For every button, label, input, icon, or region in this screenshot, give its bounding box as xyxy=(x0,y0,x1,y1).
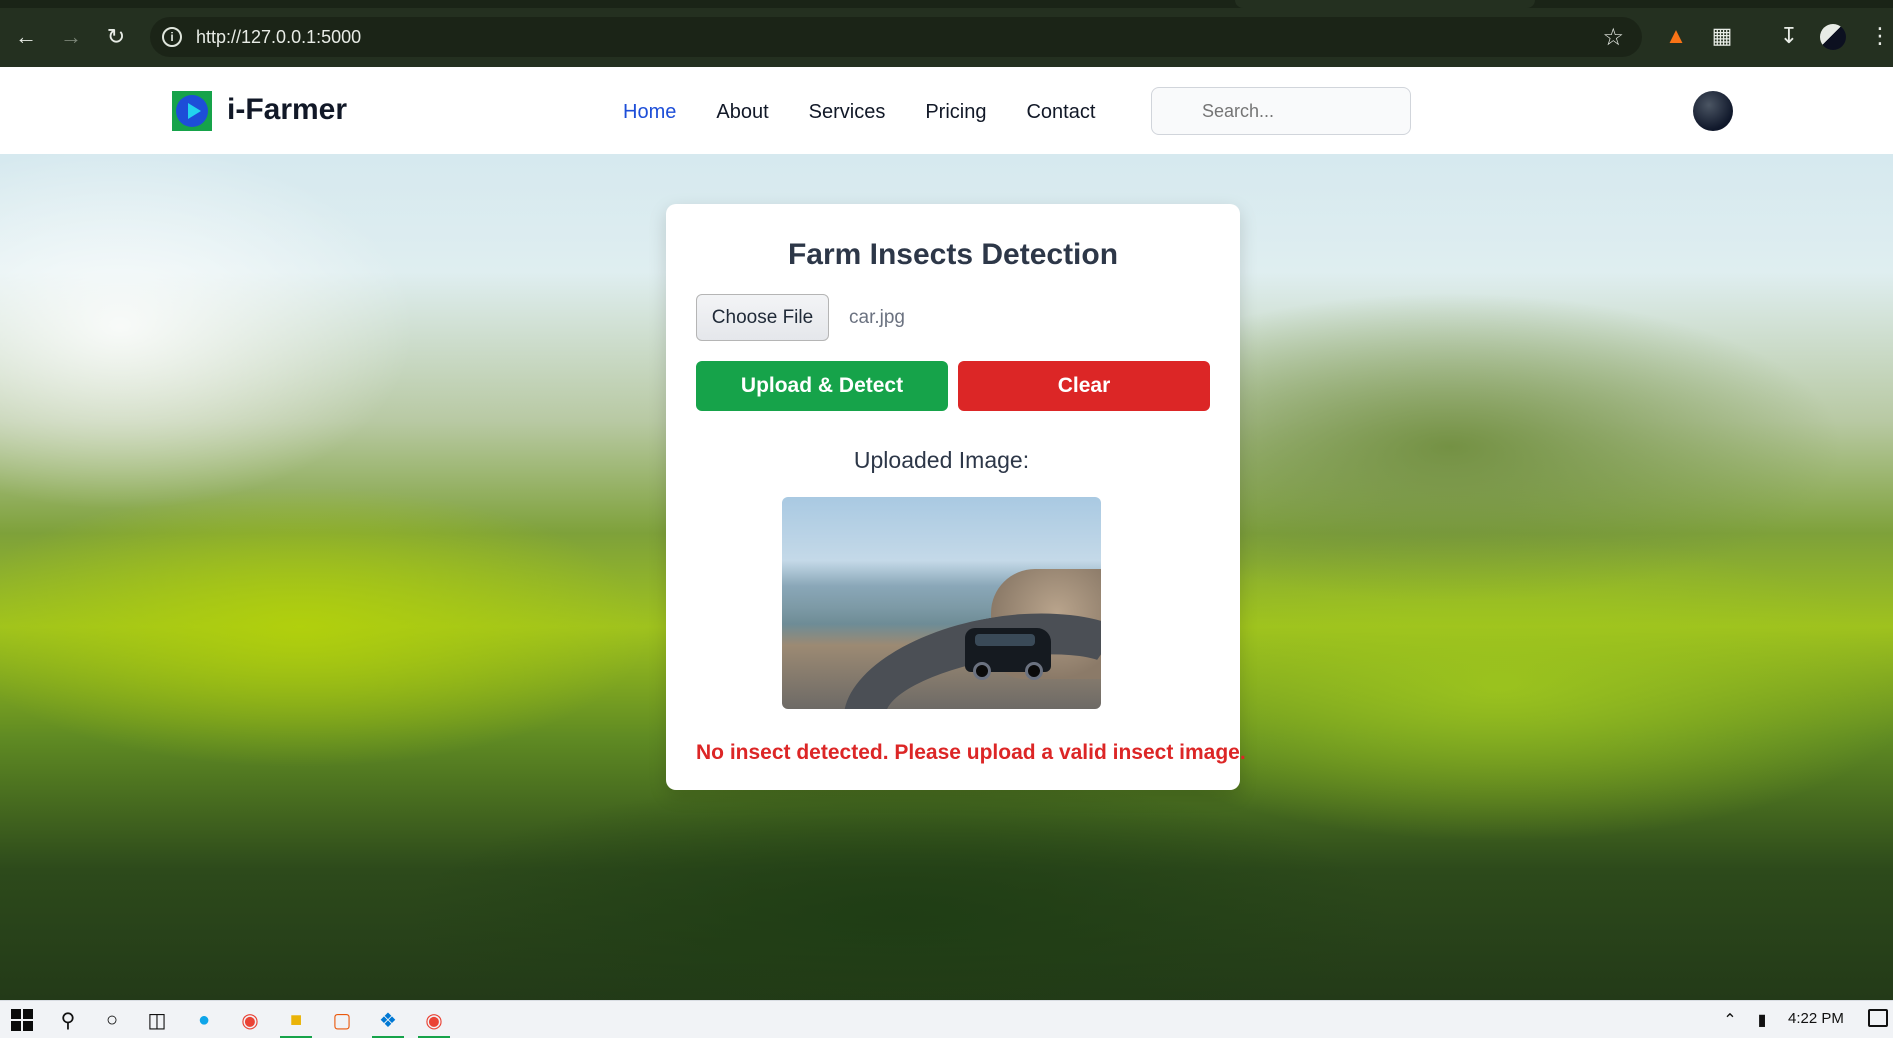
vscode-icon[interactable]: ❖ xyxy=(372,1006,404,1038)
url-text[interactable]: http://127.0.0.1:5000 xyxy=(196,27,361,48)
chrome-active-icon[interactable]: ◉ xyxy=(418,1006,450,1038)
nav-services[interactable]: Services xyxy=(809,101,886,124)
nav-pricing[interactable]: Pricing xyxy=(925,101,986,124)
detection-card: Farm Insects Detection Choose File car.j… xyxy=(666,204,1246,790)
page-background: i-Farmer Home About Services Pricing Con… xyxy=(0,67,1893,1000)
uploaded-image-label: Uploaded Image: xyxy=(853,447,1030,473)
chrome-icon[interactable]: ◉ xyxy=(236,1006,264,1034)
nav-home[interactable]: Home xyxy=(623,101,676,124)
windows-taskbar: ⚲ ○ ◫ ● ◉ ■ ▢ ❖ ◉ ⌃ ▮ 4:22 PM xyxy=(0,1000,1893,1038)
tab-strip xyxy=(0,0,1893,8)
windows-start-icon[interactable] xyxy=(8,1006,36,1034)
edge-icon[interactable]: ● xyxy=(190,1006,218,1034)
file-explorer-icon[interactable]: ■ xyxy=(280,1006,312,1038)
reload-icon[interactable]: ↻ xyxy=(99,20,133,54)
address-bar[interactable]: i http://127.0.0.1:5000 ☆ xyxy=(150,17,1642,57)
notification-icon[interactable] xyxy=(1868,1009,1888,1027)
main-nav: Home About Services Pricing Contact xyxy=(623,101,1135,124)
choose-file-button[interactable]: Choose File xyxy=(696,294,829,341)
profile-avatar-icon[interactable] xyxy=(1820,24,1846,50)
selected-file-name: car.jpg xyxy=(849,307,905,328)
battery-icon[interactable]: ▮ xyxy=(1748,1006,1776,1034)
card-title: Farm Insects Detection xyxy=(787,238,1119,271)
search-input[interactable] xyxy=(1151,87,1411,135)
nav-about[interactable]: About xyxy=(716,101,768,124)
upload-detect-button[interactable]: Upload & Detect xyxy=(696,361,948,411)
play-logo-icon[interactable] xyxy=(172,91,212,131)
user-avatar-icon[interactable] xyxy=(1693,91,1733,131)
download-icon[interactable]: ↧ xyxy=(1775,22,1803,50)
back-arrow-icon[interactable]: ← xyxy=(9,20,43,54)
star-icon[interactable]: ☆ xyxy=(1602,23,1624,52)
error-message: No insect detected. Please upload a vali… xyxy=(696,741,1246,764)
taskbar-clock[interactable]: 4:22 PM xyxy=(1788,1010,1844,1027)
image-car-shape xyxy=(965,628,1051,680)
office-icon[interactable]: ▢ xyxy=(328,1006,356,1034)
task-view-icon[interactable]: ◫ xyxy=(143,1006,171,1034)
active-tab[interactable] xyxy=(1235,0,1535,8)
cortana-icon[interactable]: ○ xyxy=(98,1006,126,1034)
clear-button[interactable]: Clear xyxy=(958,361,1210,411)
search-icon[interactable]: ⚲ xyxy=(54,1006,82,1034)
kebab-menu-icon[interactable]: ⋮ xyxy=(1866,22,1893,50)
puzzle-extensions-icon[interactable]: ▦ xyxy=(1708,22,1736,50)
info-icon[interactable]: i xyxy=(162,27,182,47)
forward-arrow-icon[interactable]: → xyxy=(54,20,88,54)
browser-toolbar: ← → ↻ i http://127.0.0.1:5000 ☆ ▲ ▦ ↧ ⋮ xyxy=(0,0,1893,67)
metamask-fox-icon[interactable]: ▲ xyxy=(1662,22,1690,50)
nav-contact[interactable]: Contact xyxy=(1026,101,1095,124)
brand-name[interactable]: i-Farmer xyxy=(227,93,347,127)
chevron-up-icon[interactable]: ⌃ xyxy=(1716,1006,1744,1034)
site-header: i-Farmer Home About Services Pricing Con… xyxy=(0,67,1893,154)
uploaded-image-preview xyxy=(782,497,1101,709)
